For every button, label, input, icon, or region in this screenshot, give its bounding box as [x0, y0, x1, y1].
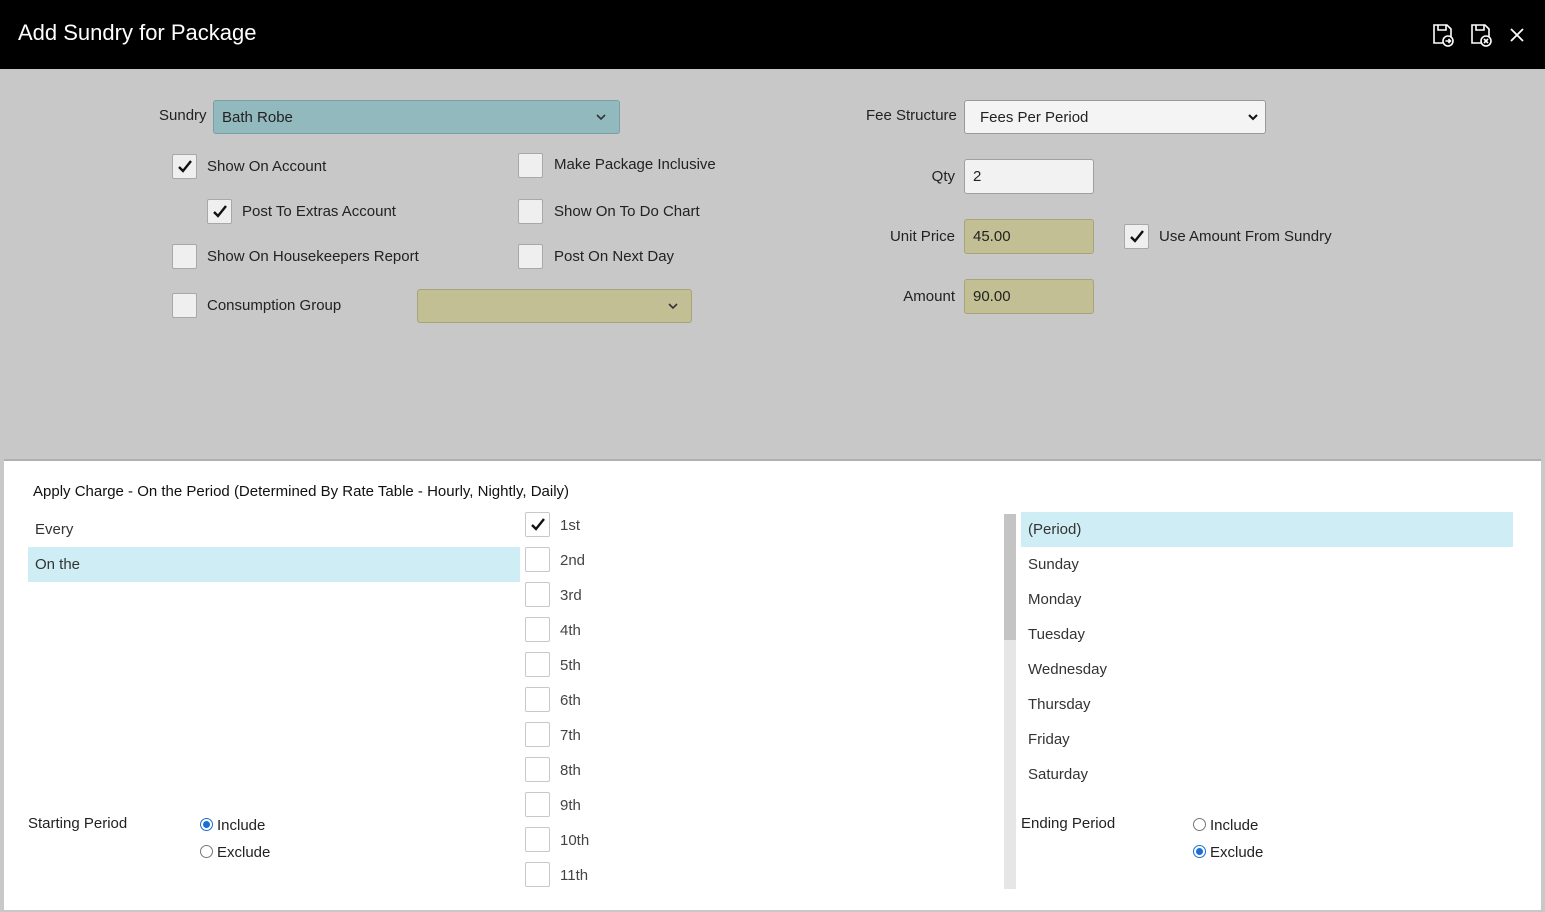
- show-on-account-label: Show On Account: [207, 158, 327, 175]
- mode-on-the[interactable]: On the: [28, 547, 520, 582]
- show-on-housekeepers-checkbox[interactable]: [172, 244, 197, 269]
- post-to-extras-checkbox[interactable]: [207, 199, 232, 224]
- amount-input[interactable]: 90.00: [964, 279, 1094, 314]
- ordinal-label: 1st: [560, 517, 581, 534]
- ordinal-10th-checkbox[interactable]: [525, 827, 550, 852]
- ending-include-label: Include: [1210, 817, 1259, 834]
- post-to-extras-label: Post To Extras Account: [242, 203, 396, 220]
- sundry-select[interactable]: Bath Robe: [213, 100, 620, 134]
- show-on-housekeepers-label: Show On Housekeepers Report: [207, 248, 419, 265]
- title-bar: Add Sundry for Package: [0, 0, 1545, 69]
- starting-exclude-label: Exclude: [217, 844, 271, 861]
- fee-structure-value: Fees Per Period: [980, 109, 1089, 126]
- sundry-form: Sundry Bath Robe Fee Structure Fees Per …: [0, 69, 1545, 459]
- use-amount-from-sundry-label: Use Amount From Sundry: [1159, 228, 1332, 245]
- unit-price-label: Unit Price: [889, 228, 955, 245]
- ordinal-label: 8th: [560, 762, 581, 779]
- ordinal-5th-checkbox[interactable]: [525, 652, 550, 677]
- consumption-group-checkbox[interactable]: [172, 293, 197, 318]
- mode-every[interactable]: Every: [28, 512, 520, 547]
- ordinal-7th-checkbox[interactable]: [525, 722, 550, 747]
- chevron-down-icon: [668, 303, 678, 310]
- chevron-down-icon: [596, 114, 606, 121]
- fee-structure-select[interactable]: Fees Per Period: [964, 100, 1266, 134]
- ordinal-3rd-checkbox[interactable]: [525, 582, 550, 607]
- ordinal-label: 6th: [560, 692, 581, 709]
- ordinal-label: 11th: [560, 867, 589, 884]
- ordinal-label: 10th: [560, 832, 590, 849]
- starting-include-radio[interactable]: [200, 818, 213, 831]
- apply-charge-panel: Apply Charge - On the Period (Determined…: [4, 459, 1541, 910]
- post-on-next-day-label: Post On Next Day: [554, 248, 675, 265]
- day-friday[interactable]: Friday: [1021, 722, 1513, 757]
- day-sunday[interactable]: Sunday: [1021, 547, 1513, 582]
- starting-period-label: Starting Period: [28, 815, 128, 832]
- day-tuesday[interactable]: Tuesday: [1021, 617, 1513, 652]
- ordinal-scrollbar[interactable]: [1004, 514, 1016, 889]
- ordinal-1st-checkbox[interactable]: [525, 512, 550, 537]
- day-saturday[interactable]: Saturday: [1021, 757, 1513, 792]
- save-copy-icon[interactable]: [1430, 22, 1456, 48]
- fee-structure-label: Fee Structure: [866, 107, 957, 124]
- unit-price-input[interactable]: 45.00: [964, 219, 1094, 254]
- ordinal-label: 2nd: [560, 552, 586, 569]
- sundry-value: Bath Robe: [222, 109, 293, 126]
- consumption-group-select[interactable]: [417, 289, 692, 323]
- show-on-todo-checkbox[interactable]: [518, 199, 543, 224]
- ordinal-11th-checkbox[interactable]: [525, 862, 550, 887]
- show-on-todo-label: Show On To Do Chart: [554, 203, 700, 220]
- ordinal-4th-checkbox[interactable]: [525, 617, 550, 642]
- ending-exclude-radio[interactable]: [1193, 845, 1206, 858]
- ending-period-label: Ending Period: [1021, 815, 1116, 832]
- make-package-inclusive-label: Make Package Inclusive: [554, 156, 716, 173]
- sundry-label: Sundry: [159, 107, 207, 124]
- post-on-next-day-checkbox[interactable]: [518, 244, 543, 269]
- starting-include-label: Include: [217, 817, 266, 834]
- qty-label: Qty: [931, 168, 955, 185]
- window-title: Add Sundry for Package: [18, 20, 257, 45]
- ordinal-label: 3rd: [560, 587, 582, 604]
- show-on-account-checkbox[interactable]: [172, 154, 197, 179]
- close-icon[interactable]: [1506, 24, 1528, 46]
- consumption-group-label: Consumption Group: [207, 297, 342, 314]
- day-wednesday[interactable]: Wednesday: [1021, 652, 1513, 687]
- ordinal-label: 9th: [560, 797, 581, 814]
- ordinal-label: 5th: [560, 657, 581, 674]
- ordinal-9th-checkbox[interactable]: [525, 792, 550, 817]
- day-monday[interactable]: Monday: [1021, 582, 1513, 617]
- day-thursday[interactable]: Thursday: [1021, 687, 1513, 722]
- make-package-inclusive-checkbox[interactable]: [518, 153, 543, 178]
- save-close-icon[interactable]: [1468, 22, 1494, 48]
- ordinal-label: 4th: [560, 622, 581, 639]
- day-period[interactable]: (Period): [1021, 512, 1513, 547]
- amount-label: Amount: [903, 288, 955, 305]
- chevron-down-icon: [1248, 114, 1258, 121]
- ordinal-label: 7th: [560, 727, 581, 744]
- qty-input[interactable]: 2: [964, 159, 1094, 194]
- use-amount-from-sundry-checkbox[interactable]: [1124, 224, 1149, 249]
- ordinal-6th-checkbox[interactable]: [525, 687, 550, 712]
- ordinal-2nd-checkbox[interactable]: [525, 547, 550, 572]
- apply-charge-title: Apply Charge - On the Period (Determined…: [33, 483, 570, 500]
- starting-exclude-radio[interactable]: [200, 845, 213, 858]
- ending-exclude-label: Exclude: [1210, 844, 1264, 861]
- scrollbar-thumb[interactable]: [1004, 514, 1016, 640]
- ending-include-radio[interactable]: [1193, 818, 1206, 831]
- ordinal-8th-checkbox[interactable]: [525, 757, 550, 782]
